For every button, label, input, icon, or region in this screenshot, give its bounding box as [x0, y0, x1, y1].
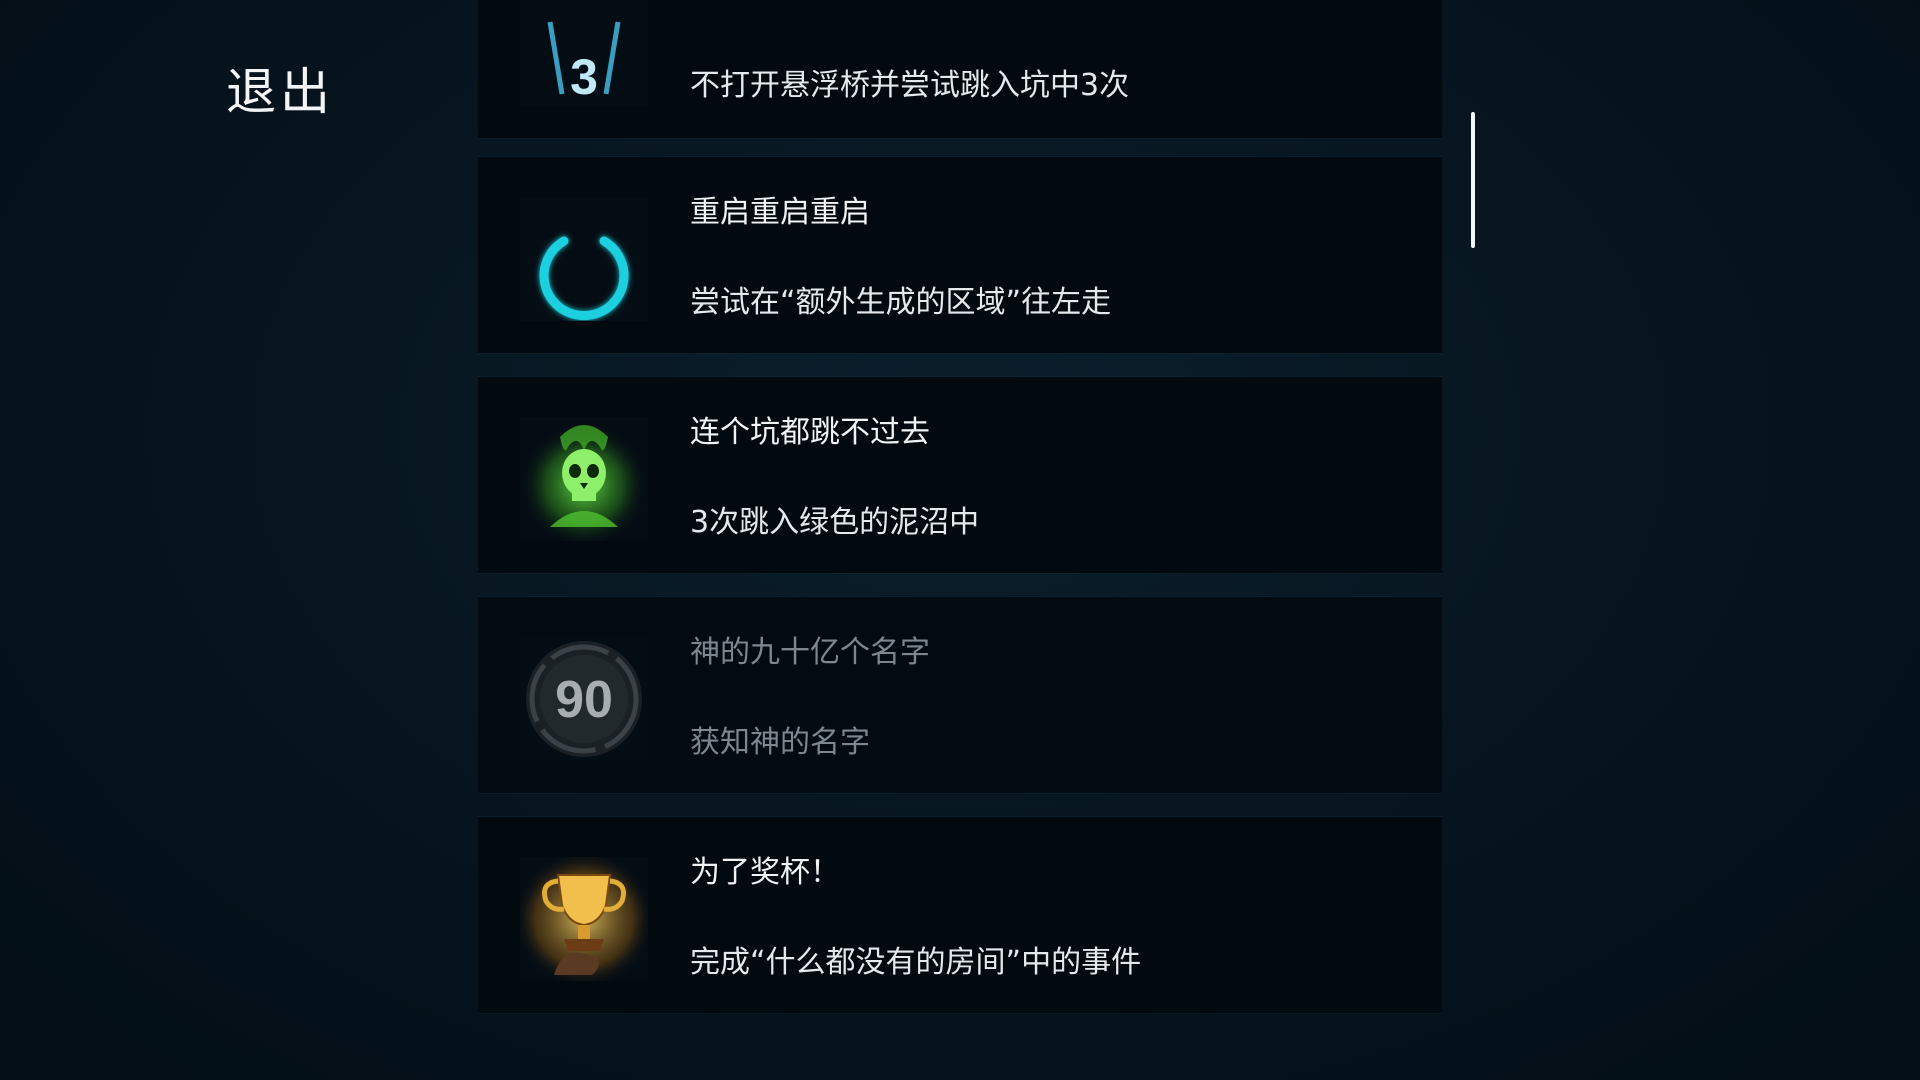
- achievement-card[interactable]: 重启重启重启 尝试在“额外生成的区域”往左走: [478, 157, 1442, 353]
- achievements-screen: 退出 3 不打开悬浮桥并尝试跳入坑中3次 重启重启重启 尝试在“额外生成的区域”…: [0, 0, 1920, 1080]
- achievement-description: 不打开悬浮桥并尝试跳入坑中3次: [690, 68, 1130, 103]
- scrollbar[interactable]: [1471, 112, 1475, 248]
- ninety-badge-text: 90: [555, 671, 613, 729]
- achievement-description: 尝试在“额外生成的区域”往左走: [690, 285, 1112, 320]
- power-icon: [520, 197, 648, 321]
- achievement-title: 神的九十亿个名字: [690, 635, 930, 670]
- achievement-description: 3次跳入绿色的泥沼中: [690, 505, 980, 540]
- achievement-title: 连个坑都跳不过去: [690, 415, 930, 450]
- exit-button[interactable]: 退出: [226, 52, 334, 124]
- achievement-card[interactable]: 为了奖杯！ 完成“什么都没有的房间”中的事件: [478, 817, 1442, 1013]
- achievement-card-locked[interactable]: 90 神的九十亿个名字 获知神的名字: [478, 597, 1442, 793]
- achievement-card[interactable]: 3 不打开悬浮桥并尝试跳入坑中3次: [478, 0, 1442, 138]
- counter-3-text: 3: [570, 49, 598, 105]
- achievement-description: 获知神的名字: [690, 725, 870, 760]
- achievement-list[interactable]: 3 不打开悬浮桥并尝试跳入坑中3次 重启重启重启 尝试在“额外生成的区域”往左走…: [478, 0, 1442, 1080]
- achievement-card[interactable]: 连个坑都跳不过去 3次跳入绿色的泥沼中: [478, 377, 1442, 573]
- green-skull-icon: [520, 417, 648, 541]
- trophy-icon: [520, 857, 648, 981]
- achievement-title: 为了奖杯！: [690, 855, 840, 890]
- ninety-badge-icon: 90: [520, 637, 648, 761]
- counter-3-icon: 3: [520, 0, 648, 106]
- achievement-description: 完成“什么都没有的房间”中的事件: [690, 945, 1142, 980]
- achievement-title: 重启重启重启: [690, 195, 870, 230]
